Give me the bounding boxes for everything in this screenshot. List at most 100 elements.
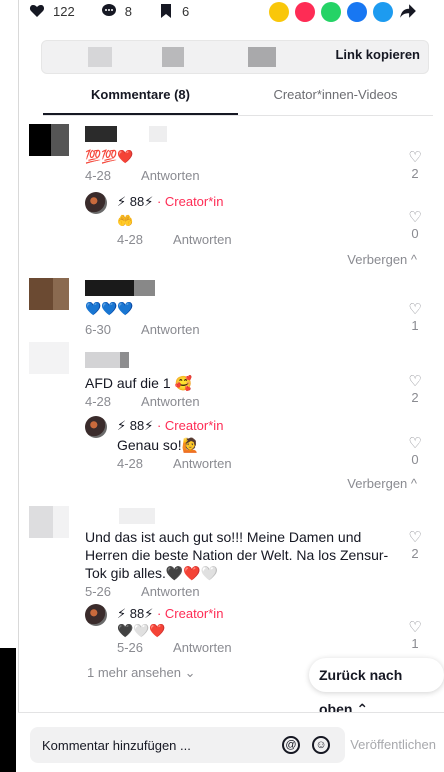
heart-outline-icon: ♡ (408, 149, 422, 166)
saves-count: 6 (181, 3, 190, 19)
comment-item: 💙💙💙 6-30 Antworten ♡ 1 (29, 276, 429, 346)
creator-name[interactable]: ⚡ 88⚡ · Creator*in (117, 418, 223, 434)
comment-date: 5-26 (85, 584, 112, 599)
heart-outline-icon: ♡ (408, 619, 422, 636)
reply-like-count: 1 (411, 636, 419, 651)
heart-icon (29, 5, 45, 17)
comment-icon (101, 4, 116, 16)
like-count: 2 (411, 166, 419, 181)
bookmark-icon (160, 4, 171, 18)
avatar[interactable] (29, 124, 69, 156)
reply-like-button[interactable]: ♡ 0 (407, 209, 423, 242)
avatar[interactable] (29, 506, 69, 538)
share-icon-red[interactable] (295, 2, 315, 22)
back-to-top-button[interactable]: Zurück nach oben ⌃ (309, 658, 444, 717)
whatsapp-icon[interactable] (321, 2, 341, 22)
reply-like-count: 0 (411, 226, 419, 241)
avatar[interactable] (29, 278, 69, 310)
reply-like-button[interactable]: ♡ 1 (407, 619, 423, 652)
view-more-replies-button[interactable]: 1 mehr ansehen ⌄ (87, 665, 195, 681)
publish-button[interactable]: Veröffentlichen (350, 737, 436, 752)
comment-meta: 4-28 Antworten (85, 168, 200, 183)
creator-badge: · Creator*in (156, 606, 224, 621)
creator-username: ⚡ 88⚡ (117, 606, 154, 621)
facebook-icon[interactable] (347, 2, 367, 22)
reply-text: Genau so!🙋 (117, 437, 200, 453)
reply-text: 🤲 (117, 213, 134, 228)
creator-badge: · Creator*in (156, 418, 224, 433)
comment-date: 4-28 (85, 394, 112, 409)
link-blur-2 (162, 47, 184, 67)
video-link-box: Link kopieren (41, 40, 429, 74)
reply-like-button[interactable]: ♡ 0 (407, 436, 423, 468)
comment-text: AFD auf die 1 🥰 (85, 375, 192, 391)
reply-reply-button[interactable]: Antworten (173, 232, 232, 247)
comment-input[interactable]: Kommentar hinzufügen ... @ ☺ (30, 727, 345, 763)
screenshot-frame: 122 8 6 Link kopieren Kommentare (8) Cre… (0, 0, 444, 772)
reply-button[interactable]: Antworten (141, 168, 200, 183)
like-button[interactable]: ♡ 2 (407, 149, 423, 182)
username-redacted[interactable] (119, 508, 155, 524)
creator-username: ⚡ 88⚡ (117, 194, 154, 209)
link-blur-3 (248, 47, 276, 67)
reply-date: 4-28 (117, 232, 144, 247)
comment-meta: 4-28 Antworten (85, 394, 200, 409)
likes-stat[interactable]: 122 (29, 3, 75, 19)
comment-text-line-3: Tok gib alles.🖤❤️🤍 (85, 565, 219, 581)
reply-button[interactable]: Antworten (141, 394, 200, 409)
username-redacted-2 (149, 126, 167, 142)
link-blur-1 (88, 47, 112, 67)
heart-outline-icon: ♡ (408, 529, 422, 546)
like-count: 2 (411, 546, 419, 561)
comment-input-placeholder: Kommentar hinzufügen ... (42, 738, 191, 753)
creator-name[interactable]: ⚡ 88⚡ · Creator*in (117, 194, 223, 210)
comments-panel: 122 8 6 Link kopieren Kommentare (8) Cre… (18, 0, 444, 772)
like-button[interactable]: ♡ 2 (407, 529, 423, 562)
comment-item: Und das ist auch gut so!!! Meine Damen u… (29, 502, 429, 655)
heart-outline-icon: ♡ (408, 373, 422, 390)
comment-date: 6-30 (85, 322, 112, 337)
comment-text: 💯💯❤️ (85, 149, 134, 164)
reply-reply-button[interactable]: Antworten (173, 456, 232, 471)
saves-stat[interactable]: 6 (158, 3, 189, 19)
like-button[interactable]: ♡ 2 (407, 373, 423, 406)
share-arrow-icon[interactable] (399, 2, 417, 20)
comment-date: 4-28 (85, 168, 112, 183)
creator-avatar[interactable] (85, 604, 107, 626)
reply-button[interactable]: Antworten (141, 584, 200, 599)
copy-link-button[interactable]: Link kopieren (335, 47, 420, 62)
comment-meta: 6-30 Antworten (85, 322, 200, 337)
tab-creator-videos[interactable]: Creator*innen-Videos (238, 82, 433, 115)
username-redacted[interactable] (85, 280, 155, 296)
creator-username: ⚡ 88⚡ (117, 418, 154, 433)
heart-outline-icon: ♡ (408, 209, 422, 226)
emoji-icon[interactable]: ☺ (312, 736, 330, 754)
reply-date: 5-26 (117, 640, 144, 655)
username-redacted[interactable] (85, 126, 117, 142)
reply-meta: 4-28 Antworten (117, 232, 232, 247)
comment-text-line-1: Und das ist auch gut so!!! Meine Damen u… (85, 529, 362, 545)
twitter-icon[interactable] (373, 2, 393, 22)
creator-name[interactable]: ⚡ 88⚡ · Creator*in (117, 606, 223, 622)
reply-button[interactable]: Antworten (141, 322, 200, 337)
like-count: 1 (411, 318, 419, 333)
comment-composer: Kommentar hinzufügen ... @ ☺ Veröffentli… (18, 712, 444, 772)
reply-reply-button[interactable]: Antworten (173, 640, 232, 655)
heart-outline-icon: ♡ (408, 301, 422, 318)
hide-replies-button[interactable]: Verbergen ^ (347, 252, 417, 267)
comment-text-line-2: Herren die beste Nation der Welt. Na los… (85, 547, 389, 563)
creator-avatar[interactable] (85, 192, 107, 214)
avatar[interactable] (29, 342, 69, 374)
tab-comments[interactable]: Kommentare (8) (43, 82, 238, 115)
share-icons (269, 2, 417, 22)
creator-avatar[interactable] (85, 416, 107, 438)
comment-item: AFD auf die 1 🥰 4-28 Antworten ♡ 2 ⚡ 88⚡… (29, 340, 429, 491)
creator-badge: · Creator*in (156, 194, 224, 209)
username-redacted[interactable] (85, 352, 129, 368)
mention-icon[interactable]: @ (282, 736, 300, 754)
comments-stat[interactable]: 8 (101, 3, 132, 19)
reply-meta: 5-26 Antworten (117, 640, 232, 655)
like-button[interactable]: ♡ 1 (407, 301, 423, 334)
share-icon-yellow[interactable] (269, 2, 289, 22)
hide-replies-button[interactable]: Verbergen ^ (347, 476, 417, 491)
